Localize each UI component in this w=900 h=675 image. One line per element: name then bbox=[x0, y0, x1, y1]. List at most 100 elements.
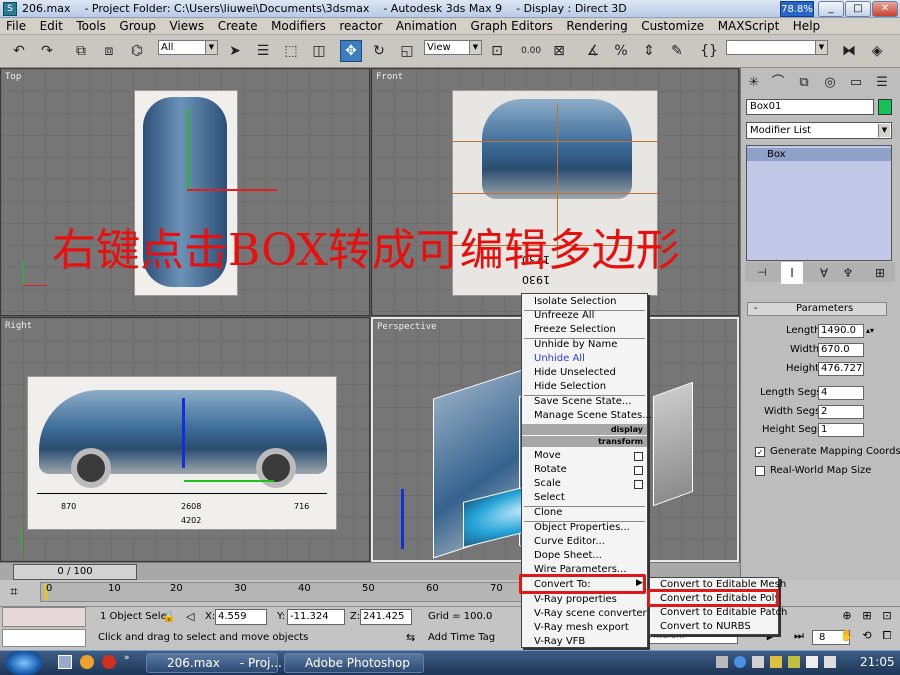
move-icon[interactable]: ✥ bbox=[340, 40, 362, 62]
menu-item-convert-editable-patch[interactable]: Convert to Editable Patch bbox=[650, 606, 787, 620]
close-icon[interactable]: ✕ bbox=[872, 1, 898, 17]
menu-item-move[interactable]: Move bbox=[522, 449, 647, 463]
zoom-extents-icon[interactable]: ⊡ bbox=[878, 609, 896, 625]
menu-item-unhide-by-name[interactable]: Unhide by Name bbox=[522, 338, 647, 352]
help-tray-icon[interactable] bbox=[734, 656, 746, 668]
mirror-icon[interactable]: ⧓ bbox=[838, 40, 860, 62]
spinner-arrows-icon[interactable]: ▴▾ bbox=[866, 326, 874, 335]
undo-icon[interactable]: ↶ bbox=[8, 40, 30, 62]
configure-modifier-sets-icon[interactable]: ⊞ bbox=[869, 262, 891, 284]
tray-icon[interactable] bbox=[788, 656, 800, 668]
snaps-toggle-icon[interactable]: ⊠ bbox=[548, 40, 570, 62]
height-segs-input[interactable]: 1 bbox=[818, 423, 864, 437]
menu-animation[interactable]: Animation bbox=[392, 18, 461, 34]
pivot-center-icon[interactable]: ⊡ bbox=[486, 40, 508, 62]
time-slider-knob[interactable]: 0 / 100 bbox=[13, 564, 137, 580]
zoom-all-icon[interactable]: ⊞ bbox=[858, 609, 876, 625]
menu-item-isolate-selection[interactable]: Isolate Selection bbox=[522, 295, 647, 309]
window-crossing-icon[interactable]: ◫ bbox=[308, 40, 330, 62]
menu-edit[interactable]: Edit bbox=[36, 18, 67, 34]
remove-modifier-icon[interactable]: ♆ bbox=[837, 262, 859, 284]
menu-item-manage-scene-states[interactable]: Manage Scene States... bbox=[522, 409, 652, 423]
display-tab-icon[interactable]: ▭ bbox=[845, 72, 867, 94]
hierarchy-tab-icon[interactable]: ⧉ bbox=[793, 72, 815, 94]
selection-filter-dropdown[interactable]: All ▼ bbox=[158, 40, 218, 55]
absolute-relative-toggle-icon[interactable]: ◁ bbox=[186, 610, 194, 623]
menu-file[interactable]: File bbox=[2, 18, 30, 34]
menu-item-scale[interactable]: Scale bbox=[522, 477, 647, 491]
menu-item-save-scene-state[interactable]: Save Scene State... bbox=[522, 395, 647, 409]
width-segs-input[interactable]: 2 bbox=[818, 405, 864, 419]
keyboard-shortcut-override-icon[interactable]: 0.00 bbox=[520, 40, 542, 62]
rollout-header[interactable]: - Parameters bbox=[747, 302, 887, 316]
select-object-icon[interactable]: ➤ bbox=[224, 40, 246, 62]
make-unique-icon[interactable]: ∀ bbox=[813, 262, 835, 284]
align-icon[interactable]: ◈ bbox=[866, 40, 888, 62]
lock-selection-icon[interactable]: 🔒 bbox=[162, 610, 176, 623]
menu-help[interactable]: Help bbox=[789, 18, 824, 34]
generate-mapping-checkbox[interactable]: ✓ bbox=[755, 447, 765, 457]
add-time-tag-button[interactable]: Add Time Tag bbox=[428, 632, 495, 643]
menu-item-convert-nurbs[interactable]: Convert to NURBS bbox=[650, 620, 778, 634]
pin-stack-icon[interactable]: ⊣ bbox=[751, 262, 773, 284]
menu-item-vray-scene-converter[interactable]: V-Ray scene converter bbox=[522, 607, 647, 621]
quick-launch-expand-icon[interactable]: » bbox=[124, 653, 130, 663]
menu-tools[interactable]: Tools bbox=[72, 18, 110, 34]
edit-named-selections-icon[interactable]: ✎ bbox=[666, 40, 688, 62]
tray-icon[interactable] bbox=[770, 656, 782, 668]
mini-curve-editor-icon[interactable]: ⌗ bbox=[10, 584, 18, 600]
menu-modifiers[interactable]: Modifiers bbox=[267, 18, 330, 34]
clock[interactable]: 21:05 bbox=[860, 655, 895, 669]
create-tab-icon[interactable]: ✳ bbox=[743, 72, 765, 94]
3ds-max-logo-icon[interactable]: S bbox=[3, 2, 17, 16]
motion-tab-icon[interactable]: ◎ bbox=[819, 72, 841, 94]
maxscript-listener-mini[interactable] bbox=[2, 607, 86, 627]
network-tray-icon[interactable] bbox=[806, 656, 818, 668]
viewport-right[interactable]: Right 870 2608 716 4202 bbox=[0, 317, 370, 562]
z-coordinate-field[interactable]: 241.425 bbox=[360, 609, 412, 625]
maximize-icon[interactable]: □ bbox=[845, 1, 871, 17]
percent-snap-icon[interactable]: % bbox=[610, 40, 632, 62]
menu-customize[interactable]: Customize bbox=[637, 18, 708, 34]
menu-item-vray-properties[interactable]: V-Ray properties bbox=[522, 593, 647, 607]
unlink-icon[interactable]: ⧈ bbox=[98, 40, 120, 62]
goto-end-icon[interactable]: ⏭ bbox=[790, 629, 808, 645]
taskbar-item-photoshop[interactable]: Adobe Photoshop bbox=[284, 653, 424, 673]
bind-space-warp-icon[interactable]: ⌬ bbox=[126, 40, 148, 62]
width-input[interactable]: 670.0 bbox=[818, 343, 864, 357]
maximize-viewport-icon[interactable]: ⧠ bbox=[878, 629, 896, 645]
menu-views[interactable]: Views bbox=[165, 18, 208, 34]
pan-view-icon[interactable]: ✋ bbox=[838, 629, 856, 645]
menu-item-vray-vfb[interactable]: V-Ray VFB bbox=[522, 635, 647, 649]
time-tag-icon[interactable]: ⇆ bbox=[406, 631, 415, 644]
menu-item-select[interactable]: Select bbox=[522, 491, 647, 505]
menu-item-curve-editor[interactable]: Curve Editor... bbox=[522, 535, 647, 549]
rotate-icon[interactable]: ↻ bbox=[368, 40, 390, 62]
menu-item-vray-mesh-export[interactable]: V-Ray mesh export bbox=[522, 621, 647, 635]
menu-item-hide-selection[interactable]: Hide Selection bbox=[522, 380, 647, 394]
minimize-icon[interactable]: _ bbox=[818, 1, 844, 17]
show-desktop-icon[interactable] bbox=[58, 655, 72, 669]
scale-icon[interactable]: ◱ bbox=[396, 40, 418, 62]
menu-reactor[interactable]: reactor bbox=[335, 18, 386, 34]
named-selection-icon[interactable]: {} bbox=[698, 40, 720, 62]
height-input[interactable]: 476.727 bbox=[818, 362, 864, 376]
menu-item-object-properties[interactable]: Object Properties... bbox=[522, 521, 647, 535]
qq-icon[interactable] bbox=[80, 655, 94, 669]
length-input[interactable]: 1490.0 bbox=[818, 324, 864, 338]
object-name-field[interactable]: Box01 bbox=[746, 99, 874, 115]
menu-group[interactable]: Group bbox=[115, 18, 160, 34]
length-segs-input[interactable]: 4 bbox=[818, 386, 864, 400]
start-button-icon[interactable] bbox=[6, 651, 42, 675]
menu-item-rotate[interactable]: Rotate bbox=[522, 463, 647, 477]
tray-icon[interactable] bbox=[752, 656, 764, 668]
settings-box-icon[interactable] bbox=[634, 480, 643, 489]
modify-tab-icon[interactable]: ⌒ bbox=[767, 72, 789, 94]
x-coordinate-field[interactable]: 4.559 bbox=[215, 609, 267, 625]
spinner-snap-icon[interactable]: ⇕ bbox=[638, 40, 660, 62]
menu-item-clone[interactable]: Clone bbox=[522, 506, 647, 520]
modifier-list-dropdown[interactable]: Modifier List ▼ bbox=[746, 122, 892, 139]
utilities-tab-icon[interactable]: ☰ bbox=[871, 72, 893, 94]
menu-create[interactable]: Create bbox=[214, 18, 262, 34]
keyboard-tray-icon[interactable] bbox=[716, 656, 728, 668]
